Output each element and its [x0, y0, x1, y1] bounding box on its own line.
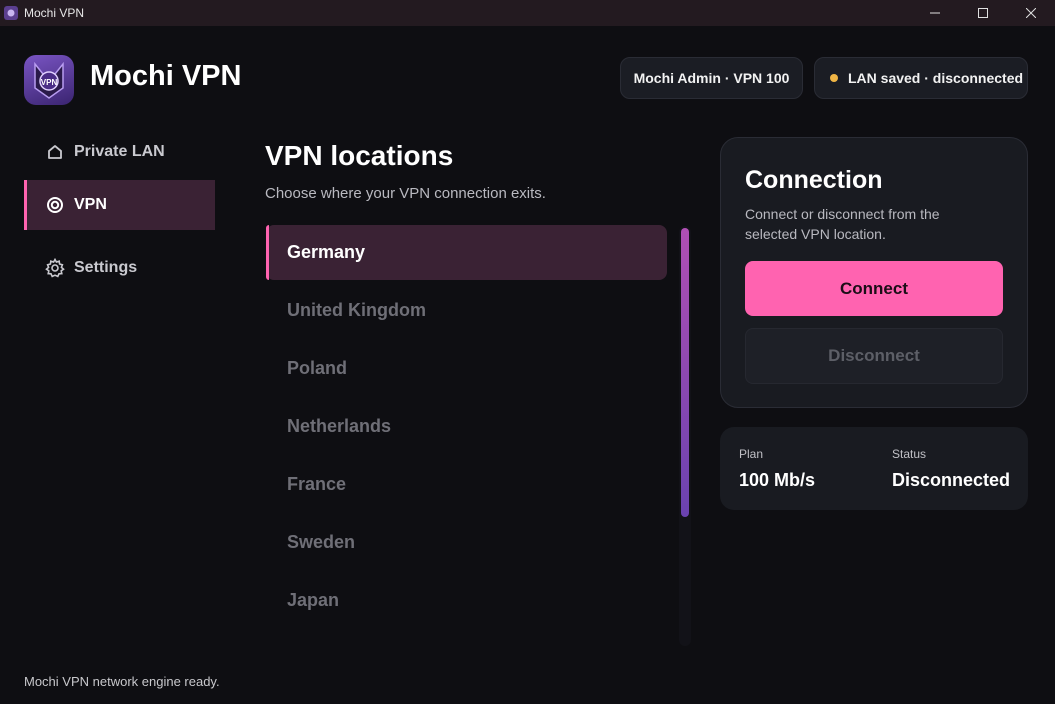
location-item-netherlands[interactable]: Netherlands: [266, 399, 667, 454]
minimize-icon: [930, 12, 940, 14]
close-icon: [1026, 8, 1036, 18]
maximize-icon: [978, 8, 988, 18]
sidebar-item-label: Settings: [74, 259, 138, 276]
account-badge-label: Mochi Admin · VPN 100: [633, 70, 790, 86]
page-title: VPN locations: [265, 140, 454, 171]
wolf-logo-icon: VPN: [34, 61, 64, 99]
gear-icon: [45, 258, 65, 278]
home-icon: [45, 142, 65, 162]
maximize-button[interactable]: [959, 0, 1007, 26]
minimize-button[interactable]: [911, 0, 959, 26]
app-small-icon: [4, 6, 18, 20]
connect-button[interactable]: Connect: [745, 261, 1003, 316]
status-label: Status: [892, 447, 927, 461]
svg-text:VPN: VPN: [41, 78, 58, 87]
window-titlebar: Mochi VPN: [0, 0, 1055, 26]
account-badge: Mochi Admin · VPN 100: [620, 57, 803, 99]
engine-status-text: Mochi VPN network engine ready.: [24, 674, 220, 689]
sidebar-item-label: Private LAN: [74, 143, 165, 160]
location-item-france[interactable]: France: [266, 457, 667, 512]
disconnect-button[interactable]: Disconnect: [745, 328, 1003, 384]
connection-card: Connection Connect or disconnect from th…: [720, 137, 1028, 408]
location-item-japan[interactable]: Japan: [266, 573, 667, 628]
location-list-scrollbar[interactable]: [679, 226, 691, 646]
close-button[interactable]: [1007, 0, 1055, 26]
page-subtitle: Choose where your VPN connection exits.: [265, 185, 546, 202]
sidebar-item-vpn[interactable]: VPN: [24, 180, 215, 230]
sidebar-item-settings[interactable]: Settings: [24, 243, 215, 293]
app-title: Mochi VPN: [90, 60, 242, 92]
lan-status-label: LAN saved · disconnected: [848, 70, 1024, 86]
connection-description: Connect or disconnect from the selected …: [745, 206, 940, 242]
plan-status-card: Plan 100 Mb/s Status Disconnected: [720, 427, 1028, 510]
location-item-poland[interactable]: Poland: [266, 341, 667, 396]
connection-title: Connection: [745, 166, 883, 194]
location-item-germany[interactable]: Germany: [266, 225, 667, 280]
window-title: Mochi VPN: [24, 6, 85, 20]
scrollbar-thumb[interactable]: [681, 228, 689, 517]
plan-value: 100 Mb/s: [739, 470, 816, 490]
sidebar-item-private-lan[interactable]: Private LAN: [24, 127, 215, 177]
lan-status-badge: LAN saved · disconnected: [814, 57, 1028, 99]
status-value: Disconnected: [892, 470, 1011, 490]
location-item-united-kingdom[interactable]: United Kingdom: [266, 283, 667, 338]
status-dot-icon: [830, 74, 838, 82]
location-list: Germany United Kingdom Poland Netherland…: [266, 225, 667, 631]
plan-label: Plan: [739, 447, 764, 461]
location-item-sweden[interactable]: Sweden: [266, 515, 667, 570]
vpn-icon: [45, 195, 65, 215]
app-logo: VPN: [24, 55, 74, 105]
sidebar-item-label: VPN: [74, 196, 107, 213]
